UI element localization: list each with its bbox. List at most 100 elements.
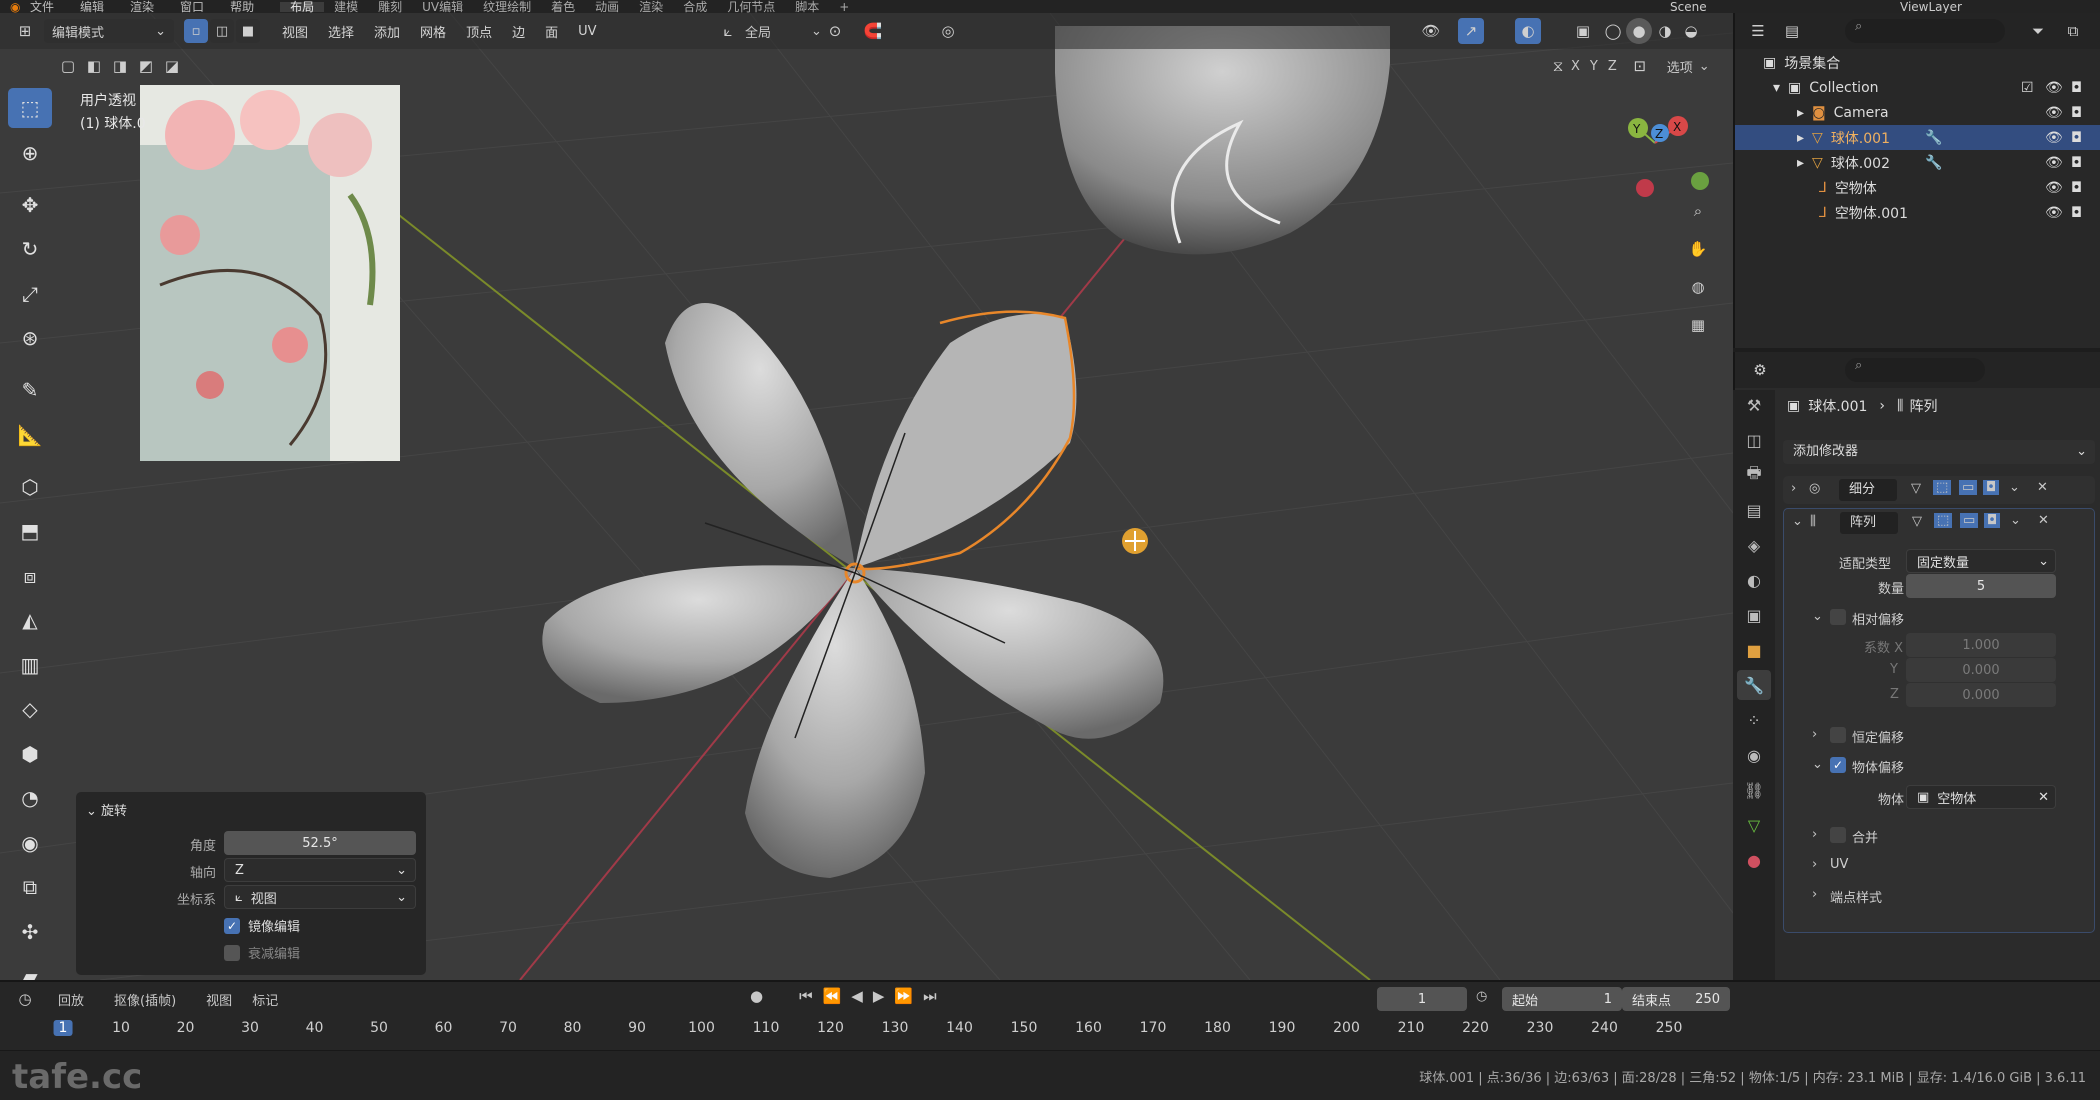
render-camera-icon[interactable]: ◘ (2071, 205, 2082, 221)
move-tool-icon[interactable]: ✥ (8, 185, 52, 225)
measure-tool-icon[interactable]: 📐 (8, 415, 52, 455)
include-checkbox-icon[interactable]: ☑ (2021, 80, 2034, 96)
inset-tool-icon[interactable]: ⧈ (8, 556, 52, 596)
menu-uv[interactable]: UV (578, 24, 596, 39)
end-frame-field[interactable]: 结束点 250 (1622, 987, 1730, 1011)
close-icon[interactable]: ✕ (2037, 480, 2048, 495)
edit-mode-toggle-icon[interactable]: ▽ (1911, 481, 1921, 496)
tab-scripting[interactable]: 脚本 (785, 1, 829, 13)
relative-offset-checkbox[interactable] (1830, 609, 1846, 625)
sphere-object[interactable] (1055, 26, 1390, 255)
rotate-tool-icon[interactable]: ↻ (8, 229, 52, 269)
solid-shading-icon[interactable]: ● (1626, 18, 1652, 44)
editor-type-icon[interactable]: ◷ (12, 986, 38, 1012)
pan-hand-icon[interactable]: ✋ (1685, 236, 1711, 262)
select-subtract-icon[interactable]: ◨ (107, 53, 133, 79)
overlay-toggle-icon[interactable]: ◐ (1515, 18, 1541, 44)
menu-edit[interactable]: 编辑 (80, 1, 104, 13)
pivot-point-icon[interactable]: ⊙ (822, 18, 848, 44)
spin-tool-icon[interactable]: ◔ (8, 778, 52, 818)
axis-z-toggle[interactable]: Z (1608, 59, 1617, 74)
menu-select[interactable]: 选择 (328, 22, 354, 41)
scene-tab-icon[interactable]: ◈ (1737, 530, 1771, 560)
render-camera-icon[interactable]: ◘ (2071, 105, 2082, 121)
edge-slide-tool-icon[interactable]: ⧉ (8, 867, 52, 907)
jump-start-icon[interactable]: ⏮ (799, 987, 813, 1005)
axis-y-toggle[interactable]: Y (1590, 59, 1598, 74)
menu-view[interactable]: 视图 (282, 22, 308, 41)
editor-type-icon[interactable]: ⚙ (1747, 357, 1773, 383)
edge-select-button[interactable]: ◫ (210, 19, 234, 43)
outliner-search-input[interactable]: ⌕ (1845, 19, 2005, 43)
render-camera-icon[interactable]: ◘ (2071, 130, 2082, 146)
subdivision-modifier-panel[interactable]: › ◎ 细分 ▽ ⬚ ▭ ◘ ⌄ ✕ (1783, 476, 2095, 504)
data-tab-icon[interactable]: ▽ (1737, 810, 1771, 840)
outliner-item-camera[interactable]: ▸ ◙ Camera 👁 ◘ (1735, 100, 2100, 125)
filter-icon[interactable]: ⏷ (2025, 18, 2051, 44)
object-offset-checkbox[interactable]: ✓ (1830, 757, 1846, 773)
add-cube-tool-icon[interactable]: ⬡ (8, 467, 52, 507)
mode-selector[interactable]: 编辑模式 ⌄ (44, 19, 174, 43)
add-workspace-icon[interactable]: + (829, 1, 859, 13)
tab-animation[interactable]: 动画 (585, 1, 629, 13)
axis-x-toggle[interactable]: X (1571, 59, 1580, 74)
menu-file[interactable]: 文件 (30, 1, 54, 13)
outliner-item-sphere-002[interactable]: ▸ ▽ 球体.002 🔧 👁 ◘ (1735, 150, 2100, 175)
options-menu[interactable]: 选项 (1667, 57, 1693, 76)
close-icon[interactable]: ✕ (2038, 513, 2049, 528)
factor-y-field[interactable]: 0.000 (1906, 658, 2056, 682)
next-keyframe-icon[interactable]: ⏩ (894, 987, 913, 1005)
record-icon[interactable]: ● (750, 987, 763, 1005)
render-tab-icon[interactable]: ◫ (1737, 425, 1771, 455)
tab-layout[interactable]: 布局 (280, 1, 325, 13)
render-camera-icon[interactable]: ◘ (2071, 155, 2082, 171)
play-icon[interactable]: ▶ (873, 987, 885, 1005)
prev-keyframe-icon[interactable]: ⏪ (823, 987, 842, 1005)
extrude-tool-icon[interactable]: ⬒ (8, 511, 52, 551)
eye-icon[interactable]: 👁 (2045, 130, 2063, 146)
3d-cursor-icon[interactable] (1122, 528, 1148, 554)
zoom-icon[interactable]: ⌕ (1685, 198, 1711, 224)
menu-help[interactable]: 帮助 (230, 1, 254, 13)
display-mode-icon[interactable]: ▤ (1779, 18, 1805, 44)
chevron-right-icon[interactable]: › (1791, 481, 1796, 496)
object-tab-icon[interactable]: ■ (1737, 635, 1771, 665)
menu-mesh[interactable]: 网格 (420, 22, 446, 41)
snap-icon[interactable]: 🧲 (860, 18, 886, 44)
editor-type-icon[interactable]: ⊞ (12, 18, 38, 44)
eye-icon[interactable]: 👁 (2045, 205, 2063, 221)
outliner-item-empty-001[interactable]: ⅃ 空物体.001 👁 ◘ (1735, 200, 2100, 225)
play-reverse-icon[interactable]: ◀ (851, 987, 863, 1005)
current-frame-field[interactable]: 1 (1377, 987, 1467, 1011)
eye-icon[interactable]: 👁 (2045, 180, 2063, 196)
annotate-tool-icon[interactable]: ✎ (8, 370, 52, 410)
wireframe-shading-icon[interactable]: ◯ (1600, 18, 1626, 44)
tab-shading[interactable]: 着色 (541, 1, 585, 13)
world-tab-icon[interactable]: ◐ (1737, 565, 1771, 595)
face-select-button[interactable]: ■ (236, 19, 260, 43)
select-new-icon[interactable]: ▢ (55, 53, 81, 79)
select-invert-icon[interactable]: ◩ (133, 53, 159, 79)
modifier-tab-icon[interactable]: 🔧 (1737, 670, 1771, 700)
chevron-right-icon[interactable]: › (1812, 827, 1817, 842)
cursor-tool-icon[interactable]: ⊕ (8, 133, 52, 173)
outliner-item-empty[interactable]: ⅃ 空物体 👁 ◘ (1735, 175, 2100, 200)
select-extend-icon[interactable]: ◧ (81, 53, 107, 79)
tab-uv-editing[interactable]: UV编辑 (412, 1, 473, 13)
viewport-toggle-icon[interactable]: ▭ (1959, 480, 1978, 495)
menu-keying[interactable]: 抠像(插帧) (114, 990, 176, 1009)
bevel-tool-icon[interactable]: ◭ (8, 600, 52, 640)
loop-cut-tool-icon[interactable]: ▥ (8, 645, 52, 685)
edit-mode-toggle-icon[interactable]: ▽ (1912, 514, 1922, 529)
chevron-down-icon[interactable]: ⌄ (1812, 609, 1823, 624)
menu-vertex[interactable]: 顶点 (466, 22, 492, 41)
tab-sculpting[interactable]: 雕刻 (368, 1, 412, 13)
material-tab-icon[interactable]: ● (1737, 845, 1771, 875)
reference-image[interactable] (140, 85, 400, 461)
caps-section-label[interactable]: 端点样式 (1830, 887, 1882, 906)
mirror-edit-checkbox[interactable]: ✓ 镜像编辑 (224, 916, 300, 935)
constraints-tab-icon[interactable]: ⛓ (1737, 775, 1771, 805)
scale-tool-icon[interactable]: ⤢ (8, 274, 52, 314)
menu-marker[interactable]: 标记 (252, 990, 278, 1009)
proportional-edit-icon[interactable]: ◎ (935, 18, 961, 44)
